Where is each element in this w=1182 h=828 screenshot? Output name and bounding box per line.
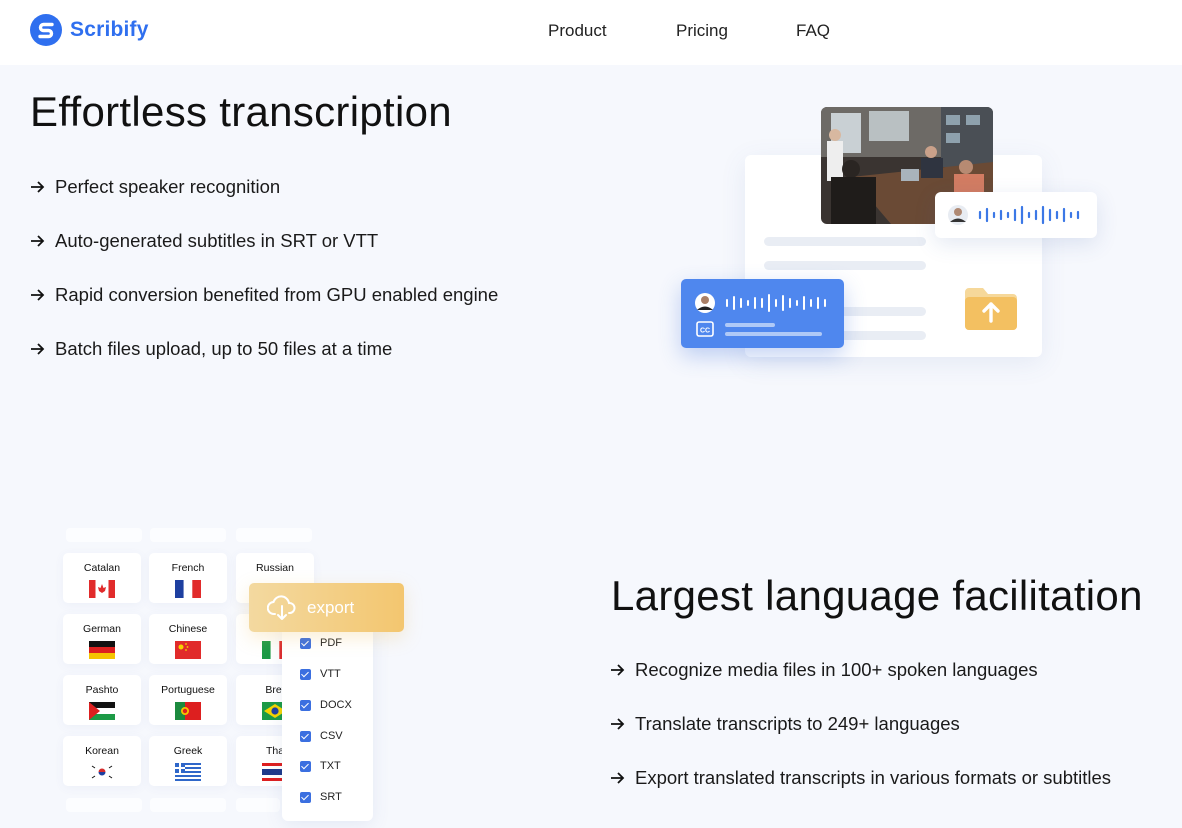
feature-item: Auto-generated subtitles in SRT or VTT <box>30 230 378 252</box>
arrow-right-icon <box>31 343 45 355</box>
germany-flag-icon <box>89 641 115 659</box>
feature-text: Batch files upload, up to 50 files at a … <box>55 338 393 359</box>
feature-item: Perfect speaker recognition <box>30 176 280 198</box>
format-label: VTT <box>320 668 341 680</box>
language-card-chinese: Chinese <box>149 614 227 664</box>
language-card-german: German <box>63 614 141 664</box>
feature-text: Export translated transcripts in various… <box>635 767 1112 788</box>
feature-text: Perfect speaker recognition <box>55 176 281 197</box>
checkbox-icon[interactable] <box>300 637 311 649</box>
language-name: Catalan <box>83 562 121 574</box>
language-name: Russian <box>256 562 294 574</box>
greece-flag-icon <box>175 763 201 781</box>
arrow-right-icon <box>31 235 45 247</box>
format-label: DOCX <box>320 699 352 711</box>
language-name: German <box>83 623 121 635</box>
language-card-korean: Korean <box>63 736 141 786</box>
nav-product-link[interactable]: Product <box>548 21 607 41</box>
feature-text: Recognize media files in 100+ spoken lan… <box>635 659 1038 680</box>
language-card-catalan: Catalan <box>63 553 141 603</box>
format-label: PDF <box>320 637 342 649</box>
format-option-srt[interactable]: SRT <box>300 791 342 803</box>
arrow-right-icon <box>31 289 45 301</box>
checkbox-icon[interactable] <box>300 791 311 803</box>
top-navigation-bar: Scribify Product Pricing FAQ <box>0 0 1182 65</box>
language-name: French <box>171 562 205 574</box>
logo-icon <box>30 14 62 46</box>
language-card-greek: Greek <box>149 736 227 786</box>
nav-faq-link[interactable]: FAQ <box>796 21 830 41</box>
format-label: SRT <box>320 791 342 803</box>
language-card-pashto: Pashto <box>63 675 141 725</box>
checkbox-icon[interactable] <box>300 760 311 772</box>
canada-flag-icon <box>89 580 115 598</box>
export-label: export <box>307 597 355 617</box>
feature-item: Translate transcripts to 249+ languages <box>610 713 960 735</box>
brand-logo[interactable]: Scribify <box>30 14 149 46</box>
arrow-right-icon <box>611 664 625 676</box>
format-option-pdf[interactable]: PDF <box>300 637 342 649</box>
language-name: Chinese <box>168 623 208 635</box>
checkbox-icon[interactable] <box>300 699 311 711</box>
brand-name: Scribify <box>70 18 149 41</box>
text-line <box>764 237 926 246</box>
transcription-heading: Effortless transcription <box>30 88 452 135</box>
checkbox-icon[interactable] <box>300 668 311 680</box>
feature-text: Auto-generated subtitles in SRT or VTT <box>55 230 379 251</box>
arrow-right-icon <box>611 772 625 784</box>
language-name: Portuguese <box>161 684 215 696</box>
feature-item: Recognize media files in 100+ spoken lan… <box>610 659 1038 681</box>
language-card-french: French <box>149 553 227 603</box>
feature-item: Batch files upload, up to 50 files at a … <box>30 338 392 360</box>
language-heading: Largest language facilitation <box>611 572 1143 619</box>
closed-caption-icon: CC <box>696 321 714 337</box>
audio-wave-icon <box>978 205 1080 225</box>
language-name: Greek <box>173 745 203 757</box>
language-card-portuguese: Portuguese <box>149 675 227 725</box>
feature-text: Translate transcripts to 249+ languages <box>635 713 960 734</box>
format-label: CSV <box>320 730 343 742</box>
feature-text: Rapid conversion benefited from GPU enab… <box>55 284 499 305</box>
placeholder-card <box>66 798 142 812</box>
upload-folder-icon <box>965 288 1017 330</box>
format-option-docx[interactable]: DOCX <box>300 699 352 711</box>
placeholder-card <box>150 528 226 542</box>
france-flag-icon <box>175 580 201 598</box>
svg-text:CC: CC <box>700 328 710 335</box>
format-option-txt[interactable]: TXT <box>300 760 341 772</box>
format-option-vtt[interactable]: VTT <box>300 668 341 680</box>
export-button[interactable]: export <box>249 583 404 632</box>
feature-item: Rapid conversion benefited from GPU enab… <box>30 284 498 306</box>
korea-flag-icon <box>89 763 115 781</box>
nav-pricing-link[interactable]: Pricing <box>676 21 728 41</box>
language-name: Pashto <box>85 684 119 696</box>
text-line <box>764 261 926 270</box>
feature-item: Export translated transcripts in various… <box>610 767 1111 789</box>
placeholder-card <box>66 528 142 542</box>
portugal-flag-icon <box>175 702 201 720</box>
placeholder-card <box>236 528 312 542</box>
arrow-right-icon <box>611 718 625 730</box>
speaker-audio-card <box>935 192 1097 238</box>
arrow-right-icon <box>31 181 45 193</box>
format-option-csv[interactable]: CSV <box>300 730 343 742</box>
cloud-download-icon <box>267 594 296 620</box>
language-name: Korean <box>85 745 119 757</box>
checkbox-icon[interactable] <box>300 730 311 742</box>
pashto-flag-icon <box>89 702 115 720</box>
format-label: TXT <box>320 760 341 772</box>
placeholder-card <box>236 798 280 812</box>
china-flag-icon <box>175 641 201 659</box>
placeholder-card <box>150 798 226 812</box>
subtitle-card: CC <box>681 279 844 348</box>
